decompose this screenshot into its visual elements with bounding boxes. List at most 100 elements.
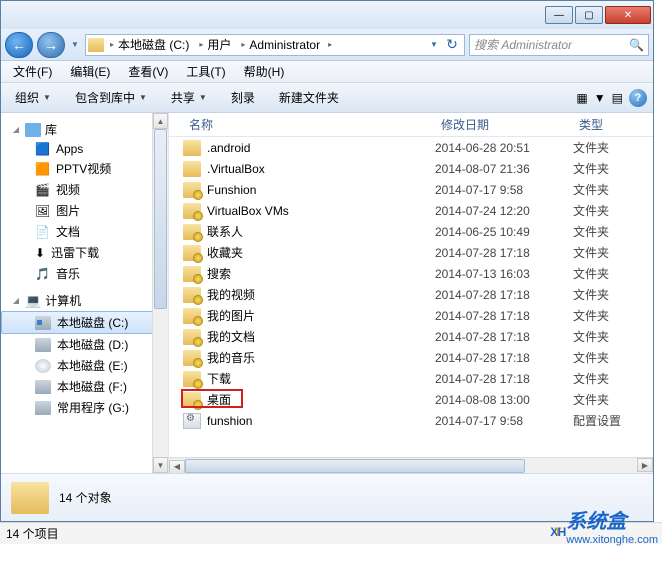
file-type: 文件夹 — [573, 391, 643, 408]
file-date: 2014-07-17 9:58 — [435, 183, 573, 197]
file-list-pane: 名称 修改日期 类型 .android2014-06-28 20:51文件夹.V… — [169, 113, 653, 473]
horizontal-scrollbar[interactable]: ◀ ▶ — [169, 457, 653, 473]
preview-pane-button[interactable]: ▤ — [612, 91, 623, 105]
file-name: 我的视频 — [207, 286, 435, 303]
table-row[interactable]: 下载2014-07-28 17:18文件夹 — [169, 368, 653, 389]
sidebar-item[interactable]: 🟦Apps — [1, 140, 168, 158]
sidebar-item-drive[interactable]: 本地磁盘 (C:) — [1, 311, 168, 334]
file-date: 2014-08-07 21:36 — [435, 162, 573, 176]
sidebar-item[interactable]: 🎬视频 — [1, 179, 168, 200]
table-row[interactable]: 我的视频2014-07-28 17:18文件夹 — [169, 284, 653, 305]
forward-button[interactable]: → — [37, 32, 65, 58]
file-date: 2014-07-28 17:18 — [435, 330, 573, 344]
menu-tools[interactable]: 工具(T) — [178, 61, 233, 82]
sidebar-scrollbar[interactable]: ▲ ▼ — [152, 113, 168, 473]
table-row[interactable]: 搜索2014-07-13 16:03文件夹 — [169, 263, 653, 284]
sidebar-item-drive[interactable]: 本地磁盘 (F:) — [1, 376, 168, 397]
sidebar-item-label: 本地磁盘 (C:) — [57, 314, 128, 331]
table-row[interactable]: VirtualBox VMs2014-07-24 12:20文件夹 — [169, 200, 653, 221]
file-date: 2014-07-28 17:18 — [435, 288, 573, 302]
file-name: funshion — [207, 414, 435, 428]
drive-icon — [35, 316, 51, 330]
breadcrumb[interactable]: ▸Administrator▸ — [237, 38, 336, 52]
table-row[interactable]: 我的图片2014-07-28 17:18文件夹 — [169, 305, 653, 326]
column-name[interactable]: 名称 — [183, 116, 435, 133]
minimize-button[interactable]: — — [545, 6, 573, 24]
addr-dropdown[interactable]: ▼ — [428, 33, 440, 57]
file-date: 2014-07-28 17:18 — [435, 372, 573, 386]
sidebar-item-drive[interactable]: 常用程序 (G:) — [1, 397, 168, 418]
breadcrumb[interactable]: ▸本地磁盘 (C:) — [106, 36, 193, 53]
scroll-up-icon[interactable]: ▲ — [153, 113, 168, 129]
file-icon — [183, 329, 201, 345]
file-name: 我的图片 — [207, 307, 435, 324]
sidebar-item[interactable]: ⬇ 迅雷下载 — [1, 242, 168, 263]
scroll-right-icon[interactable]: ▶ — [637, 458, 653, 472]
scroll-down-icon[interactable]: ▼ — [153, 457, 168, 473]
table-row[interactable]: .android2014-06-28 20:51文件夹 — [169, 137, 653, 158]
file-date: 2014-08-08 13:00 — [435, 393, 573, 407]
file-icon — [183, 203, 201, 219]
table-row[interactable]: .VirtualBox2014-08-07 21:36文件夹 — [169, 158, 653, 179]
table-row[interactable]: funshion2014-07-17 9:58配置设置 — [169, 410, 653, 431]
organize-button[interactable]: 组织▼ — [7, 86, 59, 109]
file-name: Funshion — [207, 183, 435, 197]
column-headers: 名称 修改日期 类型 — [169, 113, 653, 137]
address-bar[interactable]: ▸本地磁盘 (C:) ▸用户 ▸Administrator▸ ▼ ↻ — [85, 34, 465, 56]
refresh-icon[interactable]: ↻ — [442, 35, 462, 55]
pptv-icon: 🟧 — [35, 162, 50, 176]
file-icon — [183, 371, 201, 387]
sidebar-item-label: 迅雷下载 — [51, 244, 99, 261]
table-row[interactable]: 我的音乐2014-07-28 17:18文件夹 — [169, 347, 653, 368]
sidebar-item-label: Apps — [56, 142, 83, 156]
search-input[interactable]: 搜索 Administrator 🔍 — [469, 34, 649, 56]
scroll-thumb[interactable] — [185, 459, 525, 473]
table-row[interactable]: Funshion2014-07-17 9:58文件夹 — [169, 179, 653, 200]
sidebar-item-drive[interactable]: 本地磁盘 (E:) — [1, 355, 168, 376]
view-dropdown[interactable]: ▼ — [594, 91, 606, 105]
file-date: 2014-07-28 17:18 — [435, 309, 573, 323]
help-icon[interactable]: ? — [629, 89, 647, 107]
scroll-left-icon[interactable]: ◀ — [169, 460, 185, 474]
file-date: 2014-06-28 20:51 — [435, 141, 573, 155]
expand-icon[interactable]: ◢ — [11, 125, 21, 134]
history-dropdown[interactable]: ▼ — [69, 33, 81, 57]
file-type: 文件夹 — [573, 370, 643, 387]
sidebar-item[interactable]: 🖼图片 — [1, 200, 168, 221]
menu-edit[interactable]: 编辑(E) — [62, 61, 118, 82]
maximize-button[interactable]: ▢ — [575, 6, 603, 24]
sidebar-item[interactable]: 📄文档 — [1, 221, 168, 242]
burn-button[interactable]: 刻录 — [223, 86, 263, 109]
share-button[interactable]: 共享▼ — [163, 86, 215, 109]
new-folder-button[interactable]: 新建文件夹 — [271, 86, 347, 109]
back-button[interactable]: ← — [5, 32, 33, 58]
table-row[interactable]: 联系人2014-06-25 10:49文件夹 — [169, 221, 653, 242]
file-type: 文件夹 — [573, 202, 643, 219]
table-row[interactable]: 收藏夹2014-07-28 17:18文件夹 — [169, 242, 653, 263]
sidebar-item-label: 文档 — [56, 223, 80, 240]
menu-view[interactable]: 查看(V) — [120, 61, 176, 82]
scroll-thumb[interactable] — [154, 129, 167, 309]
sidebar-libraries[interactable]: ◢ 库 — [1, 119, 168, 140]
close-button[interactable]: ✕ — [605, 6, 651, 24]
file-icon — [183, 266, 201, 282]
file-icon — [183, 161, 201, 177]
menu-file[interactable]: 文件(F) — [5, 61, 60, 82]
column-type[interactable]: 类型 — [573, 116, 643, 133]
mus-icon: 🎵 — [35, 267, 50, 281]
column-date[interactable]: 修改日期 — [435, 116, 573, 133]
sidebar: ◢ 库 🟦Apps 🟧 PPTV视频 🎬视频🖼图片📄文档 ⬇ 迅雷下载 🎵音乐 ◢ 💻 计算… — [1, 113, 169, 473]
sidebar-item[interactable]: 🎵音乐 — [1, 263, 168, 284]
sidebar-item[interactable]: 🟧 PPTV视频 — [1, 158, 168, 179]
sidebar-item-drive[interactable]: 本地磁盘 (D:) — [1, 334, 168, 355]
dl-icon: ⬇ — [35, 246, 45, 260]
table-row[interactable]: 我的文档2014-07-28 17:18文件夹 — [169, 326, 653, 347]
breadcrumb[interactable]: ▸用户 — [195, 36, 235, 53]
sidebar-computer[interactable]: ◢ 💻 计算机 — [1, 290, 168, 311]
sidebar-item-label: PPTV视频 — [56, 160, 111, 177]
menu-help[interactable]: 帮助(H) — [236, 61, 293, 82]
view-mode-button[interactable]: ▦ — [576, 91, 587, 105]
file-type: 文件夹 — [573, 244, 643, 261]
expand-icon[interactable]: ◢ — [11, 296, 21, 305]
include-library-button[interactable]: 包含到库中▼ — [67, 86, 155, 109]
